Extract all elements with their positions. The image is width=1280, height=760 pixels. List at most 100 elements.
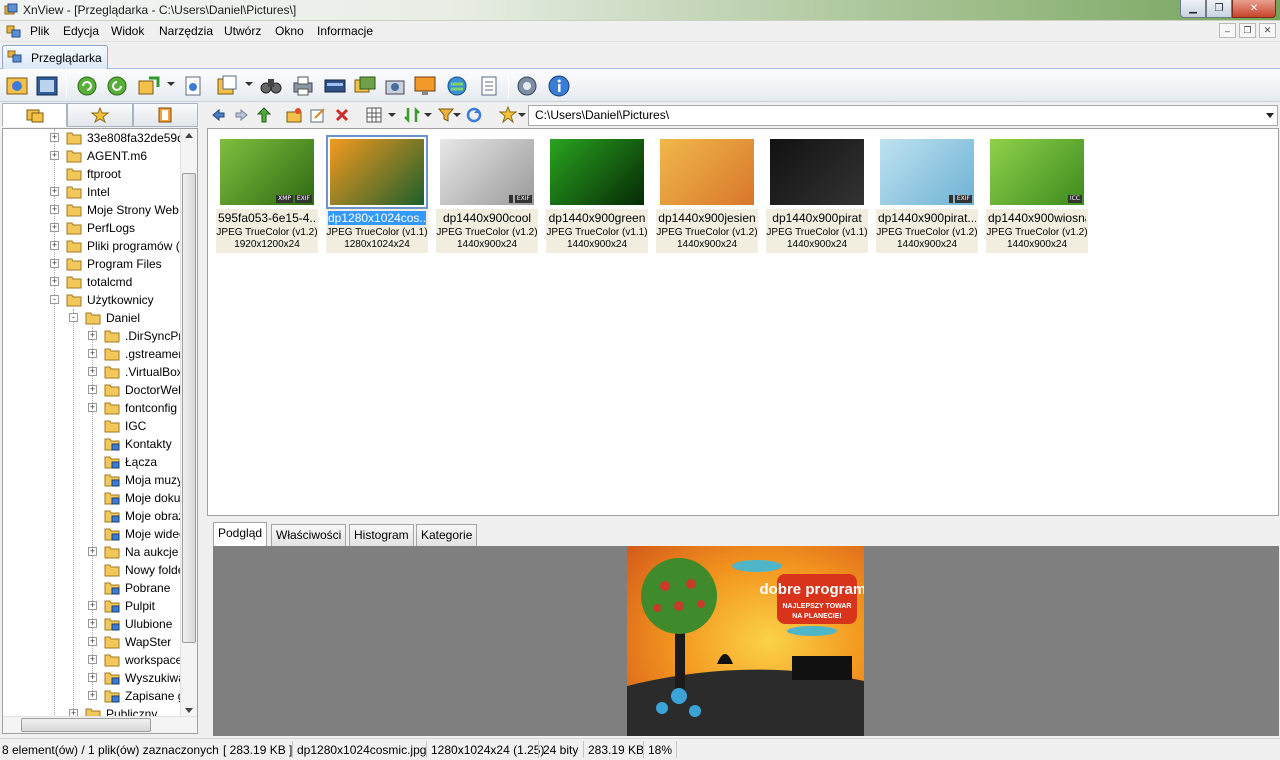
- sort-button[interactable]: [402, 105, 422, 125]
- copy-to-button[interactable]: [136, 73, 162, 99]
- up-button[interactable]: [254, 105, 274, 125]
- thumbnail-item[interactable]: XMP EXIF 595fa053-6e15-4... JPEG TrueColor …: [216, 135, 318, 253]
- collapse-icon[interactable]: -: [69, 313, 78, 322]
- refresh-button[interactable]: [74, 73, 100, 99]
- tree-item[interactable]: + Na aukcje: [3, 543, 181, 561]
- sync-button[interactable]: [464, 105, 484, 125]
- menu-narzedzia[interactable]: Narzędzia: [157, 24, 215, 38]
- tree-item[interactable]: + fontconfig: [3, 399, 181, 417]
- expand-icon[interactable]: +: [50, 277, 59, 286]
- expand-icon[interactable]: +: [88, 385, 97, 394]
- scroll-thumb[interactable]: [182, 173, 196, 643]
- thumbnail-item[interactable]: dp1440x900pirat JPEG TrueColor (v1.1) 1440…: [766, 135, 868, 253]
- tab-folders[interactable]: [2, 103, 68, 127]
- expand-icon[interactable]: +: [88, 619, 97, 628]
- thumbnail-item[interactable]: EXIF dp1440x900cool JPEG TrueColor (v1.2) 1…: [436, 135, 538, 253]
- chevron-down-icon[interactable]: [1266, 113, 1274, 118]
- tree-item[interactable]: + workspace: [3, 651, 182, 669]
- settings-button[interactable]: [514, 73, 540, 99]
- close-button[interactable]: ✕: [1232, 0, 1276, 18]
- expand-icon[interactable]: +: [88, 673, 97, 682]
- xnview-app-icon[interactable]: [4, 3, 18, 17]
- properties-button[interactable]: [180, 73, 206, 99]
- tree-item[interactable]: + Pliki programów (x: [3, 237, 186, 255]
- tab-categories[interactable]: [132, 103, 198, 127]
- wallpaper-button[interactable]: [412, 73, 438, 99]
- tab-podglad[interactable]: Podgląd: [213, 522, 268, 546]
- thumbnail-item[interactable]: EXIF dp1440x900pirat... JPEG TrueColor (v1…: [876, 135, 978, 253]
- tree-item[interactable]: ftproot: [3, 165, 181, 183]
- thumbnail-item[interactable]: ICC dp1440x900wiosna JPEG TrueColor (v1.2)…: [986, 135, 1088, 253]
- tree-item[interactable]: Moje doku: [3, 489, 181, 507]
- expand-icon[interactable]: +: [88, 601, 97, 610]
- fullscreen-button[interactable]: [34, 73, 60, 99]
- tree-item[interactable]: IGC: [3, 417, 181, 435]
- print-button[interactable]: [290, 73, 316, 99]
- reload-button[interactable]: [104, 73, 130, 99]
- expand-icon[interactable]: +: [88, 367, 97, 376]
- mdi-restore-button[interactable]: ❐: [1239, 23, 1256, 38]
- slideshow-button[interactable]: [352, 73, 378, 99]
- tree-item[interactable]: Moje obraz: [3, 507, 184, 525]
- tree-item[interactable]: + totalcmd: [3, 273, 181, 291]
- delete-button[interactable]: [332, 105, 352, 125]
- tree-item[interactable]: +33e808fa32de59d9: [3, 129, 190, 147]
- tree-item[interactable]: + WapSter: [3, 633, 181, 651]
- menu-okno[interactable]: Okno: [273, 24, 306, 38]
- expand-icon[interactable]: +: [88, 691, 97, 700]
- tree-item[interactable]: + AGENT.m6: [3, 147, 181, 165]
- tree-item[interactable]: + Zapisane g: [3, 687, 184, 705]
- document-icon[interactable]: [6, 24, 22, 39]
- rename-button[interactable]: [308, 105, 328, 125]
- menu-informacje[interactable]: Informacje: [315, 24, 375, 38]
- collapse-icon[interactable]: -: [50, 295, 59, 304]
- batch-button[interactable]: [476, 73, 502, 99]
- maximize-button[interactable]: ❐: [1206, 0, 1232, 18]
- expand-icon[interactable]: +: [50, 205, 59, 214]
- tab-wlasciwosci[interactable]: Właściwości: [271, 524, 347, 546]
- tree-item[interactable]: + .DirSyncPro: [3, 327, 189, 345]
- browser-button[interactable]: [4, 73, 30, 99]
- folder-tree[interactable]: +33e808fa32de59d9 + AGENT.m6 ftproot + Intel +…: [2, 128, 198, 734]
- new-folder-button[interactable]: [284, 105, 304, 125]
- expand-icon[interactable]: +: [88, 349, 97, 358]
- scanner-button[interactable]: [322, 73, 348, 99]
- thumbnail-item[interactable]: dp1280x1024cos... JPEG TrueColor (v1.1) 12…: [326, 135, 428, 253]
- tree-item[interactable]: + Pulpit: [3, 597, 181, 615]
- expand-icon[interactable]: +: [88, 403, 97, 412]
- tree-item[interactable]: + DoctorWeb: [3, 381, 185, 399]
- tree-item[interactable]: + .gstreamer-: [3, 345, 186, 363]
- expand-icon[interactable]: +: [50, 223, 59, 232]
- vertical-splitter[interactable]: [198, 128, 207, 734]
- tree-horizontal-scrollbar[interactable]: [3, 716, 197, 733]
- expand-icon[interactable]: +: [88, 331, 97, 340]
- thumbnail-item[interactable]: dp1440x900green JPEG TrueColor (v1.1) 1440…: [546, 135, 648, 253]
- tree-item[interactable]: Nowy folde: [3, 561, 184, 579]
- tree-item[interactable]: Kontakty: [3, 435, 181, 453]
- address-input[interactable]: C:\Users\Daniel\Pictures\: [528, 105, 1278, 126]
- menu-edycja[interactable]: Edycja: [61, 24, 101, 38]
- tree-item[interactable]: + Ulubione: [3, 615, 181, 633]
- expand-icon[interactable]: +: [50, 151, 59, 160]
- tree-vertical-scrollbar[interactable]: [180, 129, 197, 717]
- expand-icon[interactable]: +: [50, 259, 59, 268]
- tab-kategorie[interactable]: Kategorie: [416, 524, 478, 546]
- about-button[interactable]: [546, 73, 572, 99]
- tab-przegladarka[interactable]: Przeglądarka: [2, 45, 108, 69]
- minimize-button[interactable]: ▁: [1180, 0, 1206, 18]
- back-button[interactable]: [208, 105, 228, 125]
- capture-button[interactable]: [382, 73, 408, 99]
- bookmark-button[interactable]: [498, 105, 518, 125]
- tab-favorites[interactable]: [67, 103, 133, 127]
- menu-utworz[interactable]: Utwórz: [222, 24, 263, 38]
- tree-item[interactable]: Moja muzy: [3, 471, 183, 489]
- expand-icon[interactable]: +: [50, 241, 59, 250]
- thumbnail-browser[interactable]: XMP EXIF 595fa053-6e15-4... JPEG TrueColor …: [207, 128, 1279, 516]
- find-button[interactable]: [258, 73, 284, 99]
- menu-widok[interactable]: Widok: [109, 24, 146, 38]
- tab-histogram[interactable]: Histogram: [349, 524, 414, 546]
- expand-icon[interactable]: +: [88, 655, 97, 664]
- thumbnail-item[interactable]: dp1440x900jesien JPEG TrueColor (v1.2) 144…: [656, 135, 758, 253]
- expand-icon[interactable]: +: [50, 133, 59, 142]
- mdi-minimize-button[interactable]: –: [1219, 23, 1236, 38]
